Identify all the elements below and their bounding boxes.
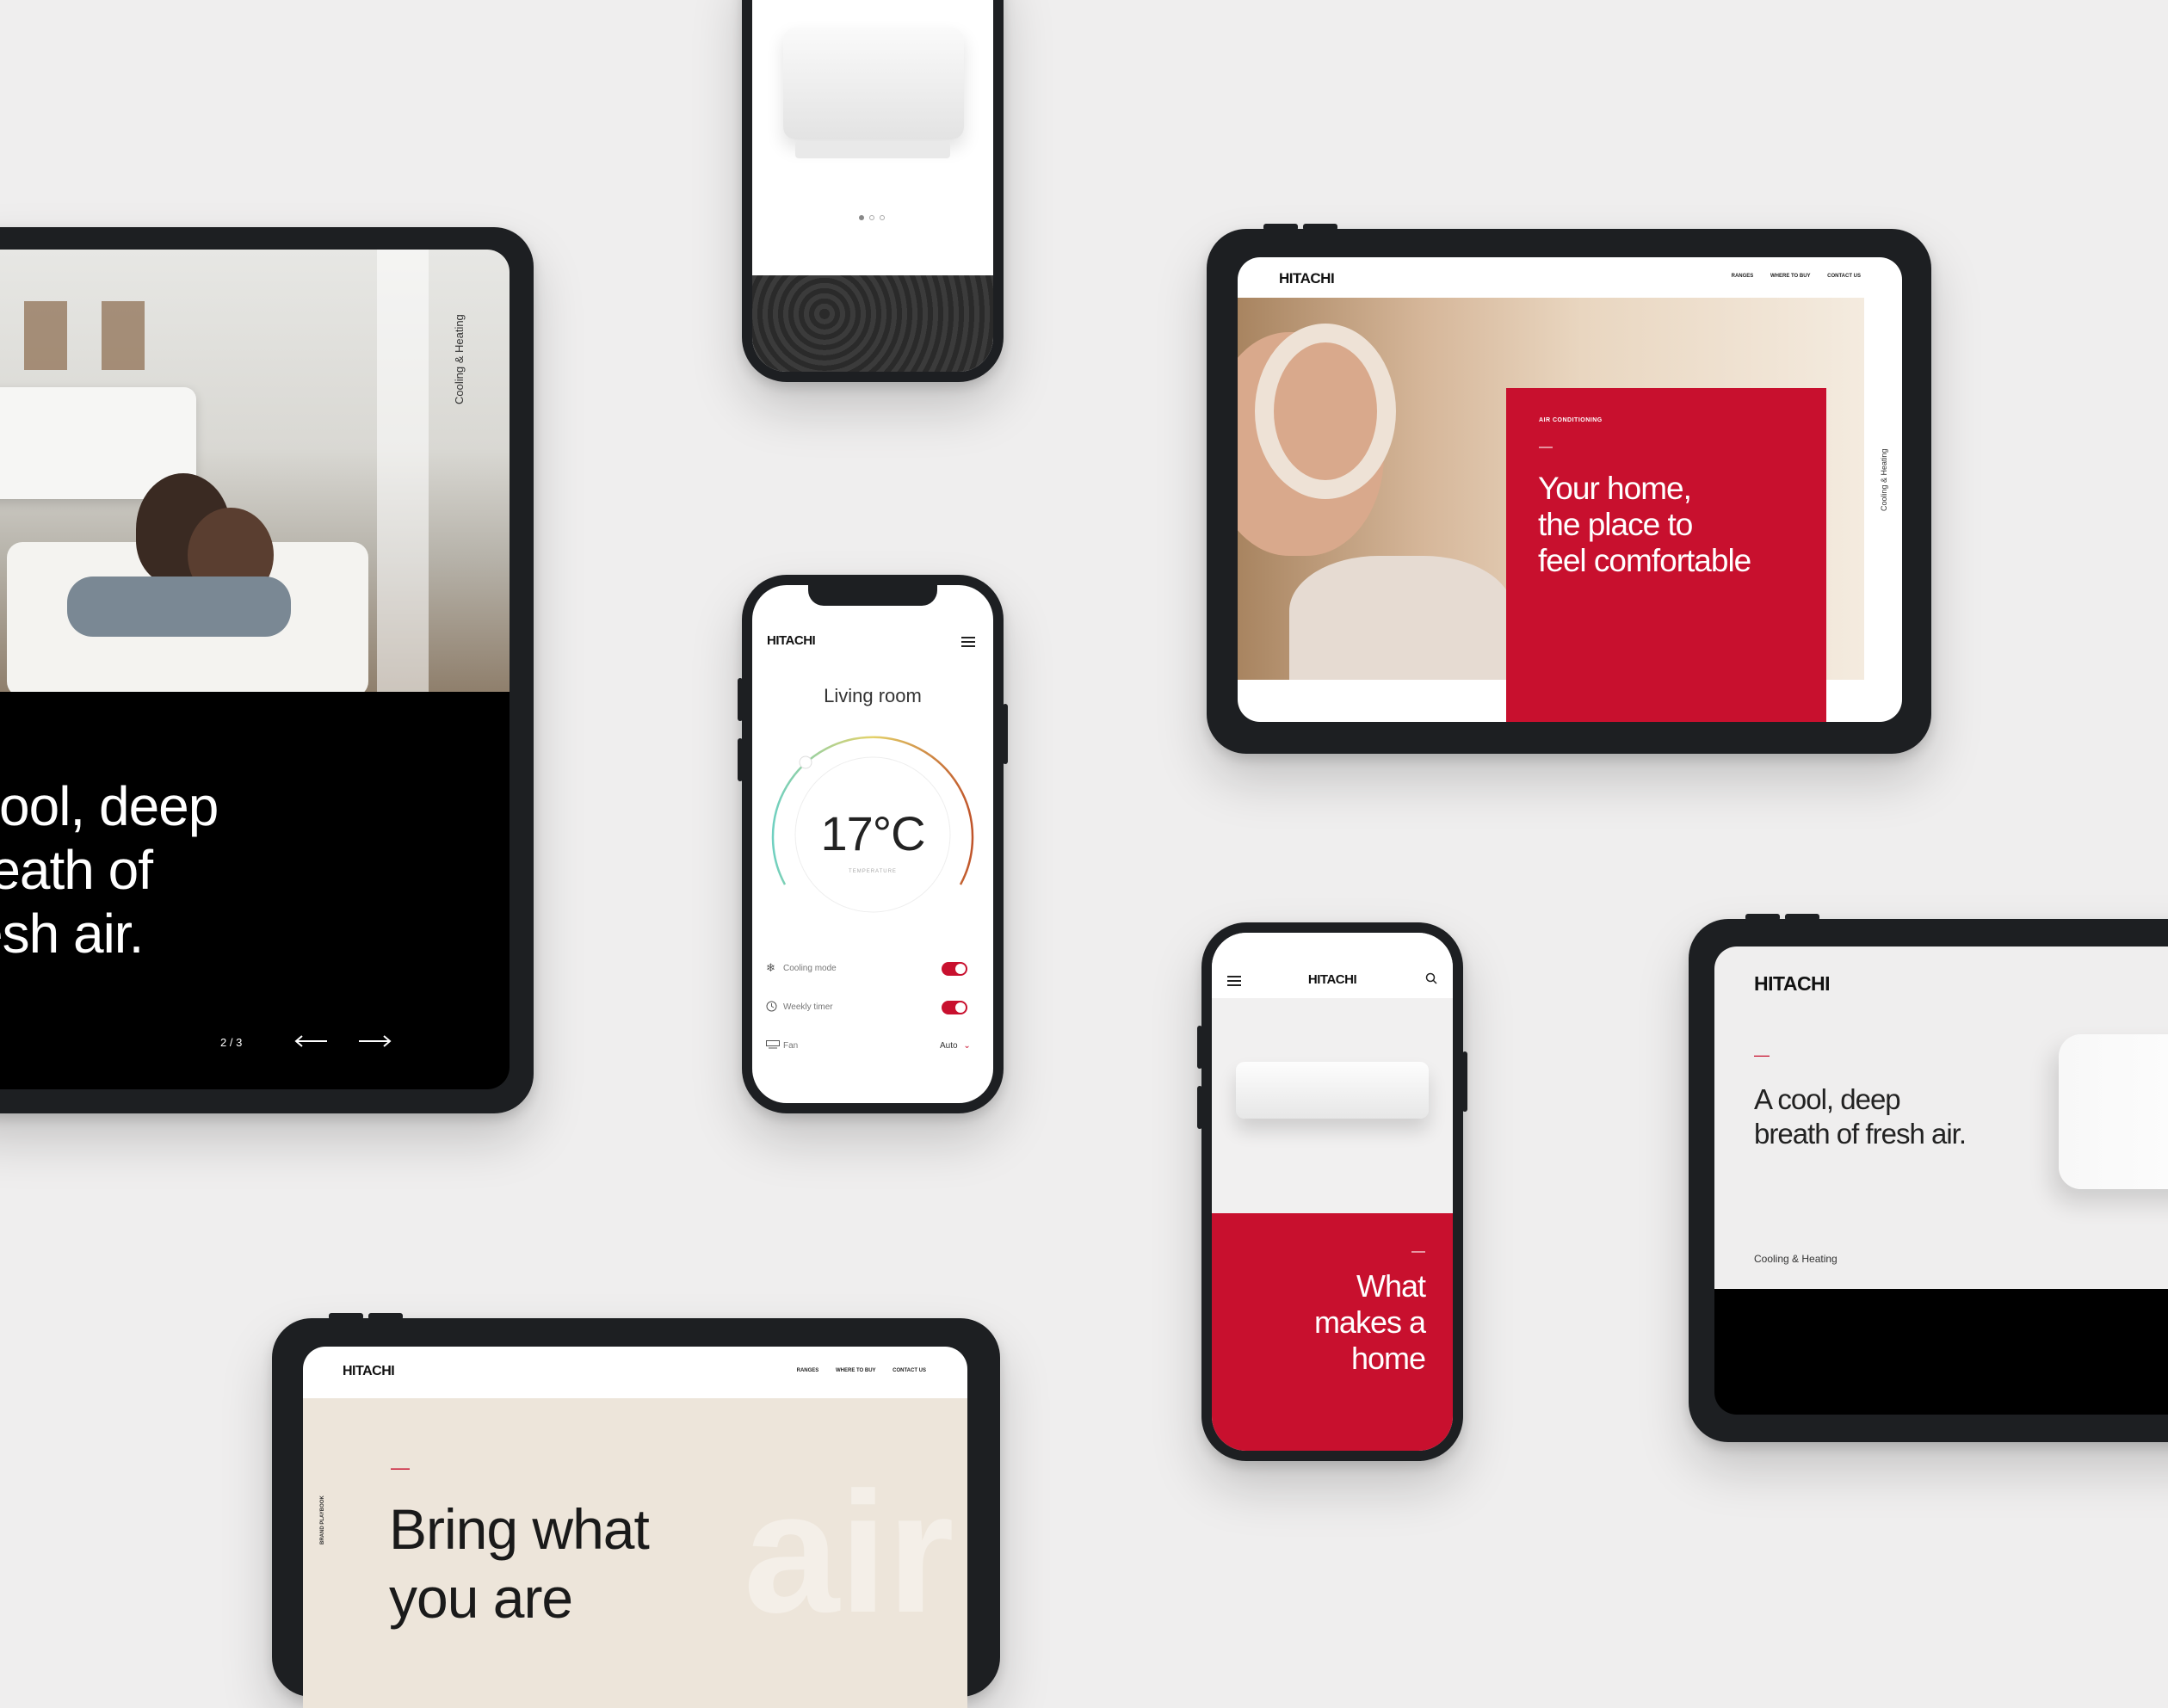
footer-caption: Cooling & Heating (1754, 1253, 1838, 1265)
room-name: Living room (824, 685, 922, 706)
phone-bottom-device: HITACHI — What makes a home (1197, 922, 1467, 1461)
hero-red-card: AIR CONDITIONING — Your home, the place … (1506, 388, 1826, 722)
headline-line: home (1350, 1341, 1426, 1376)
nav-contact-us[interactable]: CONTACT US (1827, 274, 1861, 279)
fan-value: Auto (940, 1041, 958, 1051)
phone-bottom-screen: HITACHI — What makes a home (1212, 933, 1453, 1451)
hamburger-icon[interactable] (961, 636, 975, 647)
living-room-photo (0, 250, 510, 692)
nav-where-to-buy[interactable]: WHERE TO BUY (1770, 274, 1810, 279)
phone-top-screen (752, 0, 993, 372)
temperature-label: TEMPERATURE (849, 869, 897, 874)
tablet-bottom-right-screen: HITACHI — A cool, deep breath of fresh a… (1714, 946, 2168, 1415)
logo[interactable]: HITACHI (1754, 972, 1831, 996)
weekly-timer-toggle[interactable] (942, 1001, 967, 1014)
temperature-value: 17°C (820, 806, 925, 860)
hero-headline: cool, deep reath of esh air. (0, 774, 219, 965)
clock-icon (766, 1001, 777, 1016)
headline-line: you are (389, 1566, 573, 1630)
accent-dash: — (391, 1457, 410, 1478)
setting-row-fan[interactable]: Fan Auto ⌄ (766, 1039, 981, 1057)
hero-headline: Your home, the place to feel comfortable (1538, 471, 1751, 579)
tablet-bottom-left-device: HITACHI RANGES WHERE TO BUY CONTACT US a… (272, 1313, 1000, 1708)
logo[interactable]: HITACHI (1212, 972, 1453, 987)
headline-line: feel comfortable (1538, 543, 1751, 578)
arrow-right-icon[interactable] (357, 1033, 392, 1050)
dark-texture-image (752, 275, 993, 372)
vertical-caption: Cooling & Heating (453, 314, 466, 404)
nav-contact-us[interactable]: CONTACT US (893, 1368, 926, 1373)
phone-center-device: HITACHI Living room 17°C TEMPERATURE ❄ C… (738, 575, 1008, 1113)
headline-line: reath of (0, 839, 153, 901)
search-icon[interactable] (1425, 972, 1437, 984)
accent-dash: — (1539, 440, 1553, 454)
headline-line: esh air. (0, 903, 144, 965)
tablet-left-device: Cooling & Heating cool, deep reath of es… (0, 227, 534, 1113)
hero-headline: A cool, deep breath of fresh air. (1754, 1082, 1967, 1151)
accent-dash: — (1754, 1046, 1770, 1064)
ac-floor-unit-image (783, 28, 964, 139)
tablet-bottom-left-screen: HITACHI RANGES WHERE TO BUY CONTACT US a… (303, 1347, 967, 1708)
headline-line: cool, deep (0, 775, 219, 837)
phone-center-screen: HITACHI Living room 17°C TEMPERATURE ❄ C… (752, 585, 993, 1103)
chevron-down-icon: ⌄ (963, 1041, 971, 1051)
nav-where-to-buy[interactable]: WHERE TO BUY (836, 1368, 875, 1373)
headline-line: makes a (1313, 1304, 1426, 1340)
cream-hero: air BRAND PLAYBOOK — Bring what you are (303, 1398, 967, 1708)
vertical-caption: BRAND PLAYBOOK (320, 1495, 325, 1545)
ac-wall-unit-image (1236, 1062, 1429, 1119)
ac-unit-image (2059, 1034, 2168, 1189)
logo[interactable]: HITACHI (1279, 270, 1335, 287)
tablet-left-screen: Cooling & Heating cool, deep reath of es… (0, 250, 510, 1089)
vertical-caption: Cooling & Heating (1880, 448, 1888, 511)
headline-line: breath of fresh air. (1754, 1118, 1967, 1150)
cooling-mode-toggle[interactable] (942, 962, 967, 976)
headline-line: What (1356, 1268, 1426, 1304)
setting-label: Weekly timer (783, 1002, 833, 1012)
eyebrow: AIR CONDITIONING (1539, 417, 1603, 423)
hero-headline: What makes a home (1313, 1268, 1426, 1377)
nav-ranges[interactable]: RANGES (797, 1368, 819, 1373)
setting-row-cooling[interactable]: ❄ Cooling mode (766, 961, 981, 979)
headline-line: A cool, deep (1754, 1083, 1901, 1115)
setting-label: Fan (783, 1041, 799, 1051)
nav-ranges[interactable]: RANGES (1732, 274, 1754, 279)
hero-headline: Bring what you are (389, 1495, 650, 1632)
watermark-text: air (744, 1457, 954, 1649)
tablet-top-right-device: HITACHI RANGES WHERE TO BUY CONTACT US A… (1207, 224, 1931, 754)
logo[interactable]: HITACHI (343, 1364, 395, 1379)
headline-line: Your home, (1538, 471, 1692, 506)
arrow-left-icon[interactable] (294, 1033, 329, 1050)
red-panel: — What makes a home (1212, 1213, 1453, 1451)
accent-dash: — (1411, 1244, 1425, 1259)
fan-select[interactable]: Auto ⌄ (940, 1041, 971, 1051)
phone-top-device (742, 0, 1004, 382)
carousel-dots[interactable] (859, 215, 885, 220)
top-nav: RANGES WHERE TO BUY CONTACT US (781, 1368, 926, 1373)
setting-label: Cooling mode (783, 964, 837, 973)
setting-row-timer[interactable]: Weekly timer (766, 1001, 981, 1018)
logo[interactable]: HITACHI (767, 633, 816, 648)
top-nav: RANGES WHERE TO BUY CONTACT US (1716, 274, 1861, 279)
headline-line: Bring what (389, 1497, 650, 1561)
pager-count: 2 / 3 (220, 1036, 243, 1049)
snowflake-icon: ❄ (766, 961, 775, 974)
hero-panel: HITACHI — A cool, deep breath of fresh a… (1714, 946, 2168, 1289)
tablet-top-right-screen: HITACHI RANGES WHERE TO BUY CONTACT US A… (1238, 257, 1902, 722)
headline-line: the place to (1538, 507, 1693, 542)
fan-icon (766, 1039, 780, 1055)
tablet-bottom-right-device: HITACHI — A cool, deep breath of fresh a… (1689, 914, 2168, 1442)
